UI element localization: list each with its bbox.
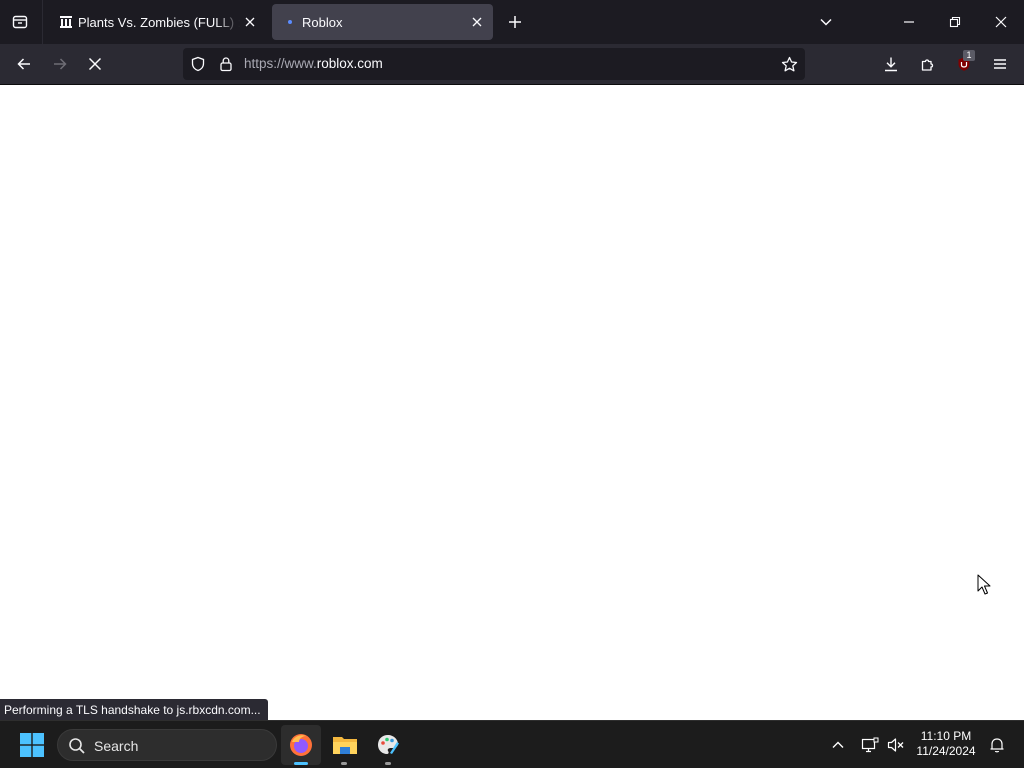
chevron-down-icon — [820, 18, 832, 26]
restore-button[interactable] — [932, 0, 978, 44]
app-menu-button[interactable] — [984, 48, 1016, 80]
clock-time: 11:10 PM — [920, 729, 972, 743]
status-panel: Performing a TLS handshake to js.rbxcdn.… — [0, 699, 268, 720]
extensions-button[interactable] — [912, 48, 944, 80]
archive-building-icon — [56, 12, 76, 32]
windows-logo-icon — [20, 733, 44, 757]
url-domain: roblox.com — [316, 56, 383, 71]
system-clock[interactable]: 11:10 PM 11/24/2024 — [910, 729, 982, 759]
paint-icon — [378, 735, 399, 754]
back-button[interactable] — [8, 48, 40, 80]
taskbar-app-firefox[interactable] — [281, 725, 321, 765]
plus-icon — [509, 16, 521, 28]
running-indicator — [385, 762, 391, 765]
list-all-tabs-button[interactable] — [814, 10, 838, 34]
new-tab-button[interactable] — [503, 10, 527, 34]
taskbar-search-box[interactable]: Search — [57, 729, 277, 761]
puzzle-piece-icon — [921, 59, 934, 71]
extension-badge-count: 1 — [963, 50, 975, 61]
hamburger-menu-icon — [994, 59, 1006, 69]
tab-title: Roblox — [302, 14, 343, 30]
running-indicator — [341, 762, 347, 765]
arrow-left-icon — [17, 58, 30, 70]
tab-strip: Plants Vs. Zombies (FULL) : Pop Roblox — [0, 0, 1024, 44]
network-monitor-icon — [861, 737, 879, 753]
file-explorer-icon — [333, 737, 357, 754]
tab-title: Plants Vs. Zombies (FULL) : Pop — [78, 14, 240, 30]
padlock-icon[interactable] — [216, 54, 236, 74]
tracking-protection-shield-icon[interactable] — [188, 54, 208, 74]
close-tab-icon[interactable] — [240, 12, 260, 32]
download-icon — [885, 57, 897, 72]
chevron-up-icon — [832, 741, 844, 748]
close-tab-icon[interactable] — [467, 12, 487, 32]
arrow-right-icon — [54, 58, 67, 70]
restore-icon — [949, 16, 961, 28]
start-button[interactable] — [12, 725, 52, 765]
downloads-button[interactable] — [875, 48, 907, 80]
taskbar-app-file-explorer[interactable] — [325, 725, 365, 765]
forward-button[interactable] — [44, 48, 76, 80]
minimize-button[interactable] — [886, 0, 932, 44]
navigation-toolbar: https://www.roblox.com — [0, 44, 1024, 85]
taskbar-app-paint[interactable] — [368, 725, 408, 765]
running-indicator — [294, 762, 308, 765]
bookmark-star-icon[interactable] — [779, 54, 799, 74]
notifications-button[interactable] — [985, 733, 1009, 757]
search-label: Search — [94, 738, 139, 754]
close-window-button[interactable] — [978, 0, 1024, 44]
tab-roblox[interactable]: Roblox — [272, 4, 493, 40]
mouse-pointer-icon — [977, 574, 991, 595]
stop-loading-button[interactable] — [79, 48, 111, 80]
url-scheme: https://www. — [244, 56, 317, 71]
firefox-view-button[interactable] — [6, 8, 34, 36]
close-icon — [995, 16, 1007, 28]
firefox-view-icon — [12, 15, 28, 29]
windows-taskbar: Search 11:10 PM 11/24/2024 — [0, 720, 1024, 768]
show-hidden-icons-button[interactable] — [826, 733, 850, 757]
volume-button[interactable] — [884, 733, 908, 757]
firefox-icon — [290, 734, 312, 756]
address-bar[interactable]: https://www.roblox.com — [183, 48, 805, 80]
minimize-icon — [904, 21, 914, 23]
bell-icon — [990, 738, 1004, 753]
url-text[interactable]: https://www.roblox.com — [244, 56, 383, 71]
clock-date: 11/24/2024 — [916, 744, 976, 758]
tab-plants-vs-zombies[interactable]: Plants Vs. Zombies (FULL) : Pop — [48, 4, 266, 40]
search-icon — [69, 738, 85, 754]
page-content-area — [0, 85, 1024, 720]
stop-icon — [88, 57, 102, 71]
network-status-button[interactable] — [858, 733, 882, 757]
loading-dot-icon — [280, 12, 300, 32]
tab-divider — [42, 0, 43, 44]
speaker-muted-icon — [887, 738, 904, 752]
